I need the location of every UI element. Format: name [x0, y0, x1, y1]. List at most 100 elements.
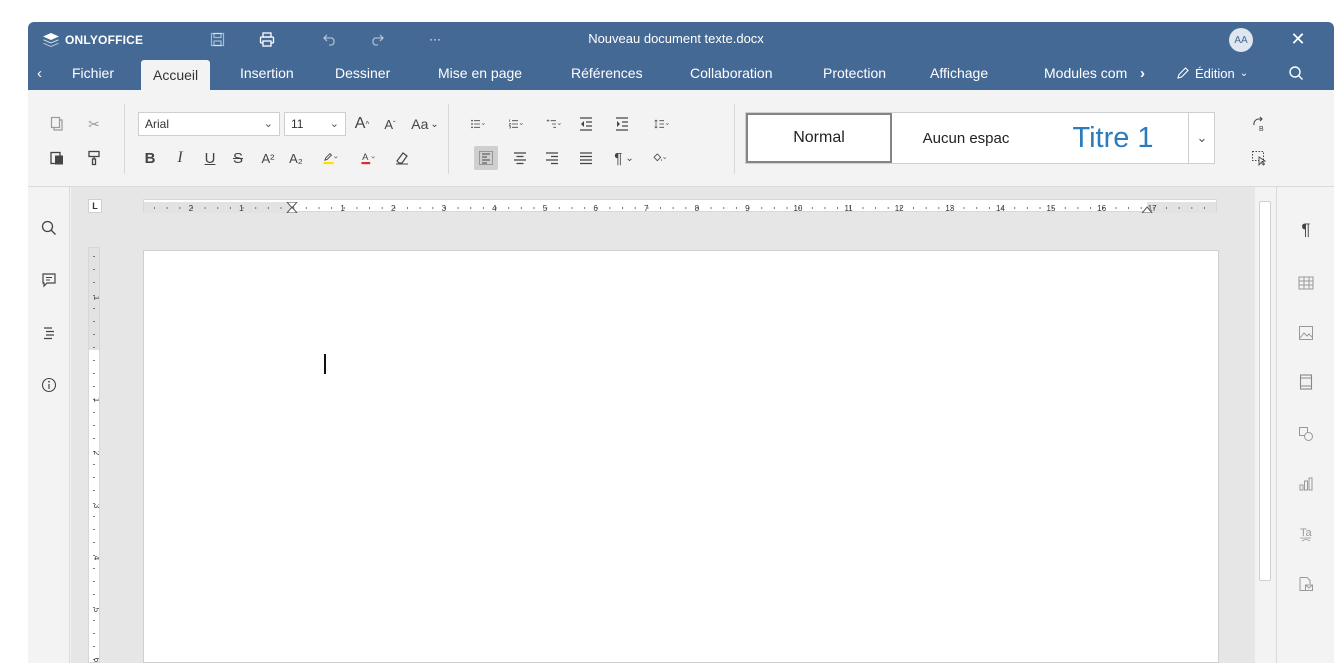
ruler-tick — [609, 207, 611, 209]
tab-protection[interactable]: Protection — [823, 56, 886, 90]
ruler-tick — [93, 256, 95, 257]
style-no-spacing[interactable]: Aucun espac — [892, 113, 1040, 163]
header-footer-icon[interactable] — [1293, 369, 1319, 395]
select-all-icon[interactable] — [1247, 146, 1271, 170]
ruler-tick — [672, 207, 674, 209]
numbering-button[interactable] — [498, 112, 534, 136]
home-toolbar: ✂ Arial ⌄ 11 ⌄ A ^ Aˇ Aa ⌄ B I U S A² A₂ A — [28, 90, 1334, 187]
ruler-number: 2 — [189, 204, 194, 213]
navigation-icon[interactable] — [36, 320, 62, 346]
tabs-scroll-left-icon[interactable]: ‹ — [37, 56, 42, 90]
shape-settings-icon[interactable] — [1293, 421, 1319, 447]
justify-icon[interactable] — [574, 146, 598, 170]
bold-button[interactable]: B — [138, 146, 162, 170]
style-heading-1[interactable]: Titre 1 — [1040, 113, 1186, 163]
paste-icon[interactable] — [45, 146, 69, 170]
toolbar-separator — [448, 104, 449, 174]
align-center-icon[interactable] — [508, 146, 532, 170]
paragraph-settings-icon[interactable]: ¶ — [1293, 217, 1319, 243]
search-icon[interactable] — [36, 215, 62, 241]
line-spacing-icon — [654, 119, 669, 129]
style-no-spacing-label: Aucun espac — [922, 129, 1010, 147]
change-case-button[interactable]: Aa ⌄ — [408, 112, 442, 136]
bullets-button[interactable] — [460, 112, 496, 136]
cut-icon[interactable]: ✂ — [82, 112, 106, 136]
tab-affichage[interactable]: Affichage — [930, 56, 988, 90]
tab-references[interactable]: Références — [571, 56, 643, 90]
italic-button[interactable]: I — [168, 146, 192, 170]
vertical-scrollbar[interactable] — [1255, 187, 1275, 663]
paragraph-shading-button[interactable] — [642, 146, 678, 170]
ruler-tick — [887, 207, 889, 209]
horizontal-ruler[interactable]: 2 1 1 2 3 4 5 6 7 8 9 10 11 12 13 14 15 16 17 — [143, 199, 1217, 214]
ruler-tick — [93, 620, 95, 621]
tab-stop-selector[interactable]: L — [88, 199, 102, 213]
styles-expand-icon[interactable]: ⌄ — [1188, 112, 1215, 164]
comments-icon[interactable] — [36, 267, 62, 293]
document-page[interactable] — [143, 250, 1219, 663]
chevron-down-icon: ⌄ — [329, 118, 339, 130]
line-spacing-button[interactable] — [644, 112, 680, 136]
tab-insertion[interactable]: Insertion — [240, 56, 294, 90]
edit-mode-switch[interactable]: Édition ⌄ — [1176, 56, 1248, 90]
table-settings-icon[interactable] — [1293, 270, 1319, 296]
increase-font-icon[interactable]: A ^ — [350, 112, 374, 136]
copy-icon[interactable] — [45, 112, 69, 136]
paragraph-mark-label: ¶ — [614, 149, 623, 167]
multilevel-list-button[interactable] — [536, 112, 572, 136]
style-normal-label: Normal — [793, 129, 845, 146]
tab-fichier[interactable]: Fichier — [72, 56, 114, 90]
style-normal[interactable]: Normal — [746, 113, 892, 163]
left-panel — [28, 187, 70, 663]
superscript-button[interactable]: A² — [256, 146, 280, 170]
font-color-button[interactable]: A — [350, 146, 386, 170]
underline-button[interactable]: U — [198, 146, 222, 170]
image-settings-icon[interactable] — [1293, 320, 1319, 346]
svg-text:A: A — [362, 152, 369, 163]
format-painter-icon[interactable] — [82, 146, 106, 170]
ruler-tick — [862, 207, 864, 209]
chevron-down-icon: ⌄ — [263, 118, 273, 130]
ruler-tick — [217, 207, 219, 209]
decrease-indent-icon[interactable] — [574, 112, 598, 136]
decrease-font-icon[interactable]: Aˇ — [378, 112, 402, 136]
pencil-icon — [1177, 67, 1189, 79]
tabs-scroll-right-icon[interactable]: › — [1140, 56, 1145, 90]
ruler-tick — [1039, 207, 1041, 209]
ruler-tick — [93, 477, 95, 478]
chart-settings-icon[interactable] — [1293, 471, 1319, 497]
vertical-ruler[interactable]: 1 1 2 3 4 5 6 — [88, 247, 101, 663]
ruler-tick — [735, 207, 737, 209]
ruler-tick — [331, 207, 333, 209]
tab-accueil[interactable]: Accueil — [141, 60, 211, 90]
scrollbar-thumb[interactable] — [1259, 201, 1271, 581]
ruler-tick — [811, 207, 813, 209]
text-art-icon[interactable]: Ta — [1293, 521, 1319, 547]
tab-collaboration[interactable]: Collaboration — [690, 56, 773, 90]
nonprinting-characters-button[interactable]: ¶ ⌄ — [608, 146, 640, 170]
replace-icon[interactable]: B — [1247, 112, 1271, 136]
ruler-tick — [93, 360, 95, 361]
ruler-tick — [381, 207, 383, 209]
ruler-tick — [875, 207, 877, 209]
align-right-icon[interactable] — [540, 146, 564, 170]
clear-format-icon[interactable] — [390, 146, 414, 170]
mail-merge-icon[interactable] — [1293, 571, 1319, 597]
tab-mise-en-page[interactable]: Mise en page — [438, 56, 522, 90]
highlight-color-button[interactable] — [312, 146, 348, 170]
font-name-select[interactable]: Arial ⌄ — [138, 112, 280, 136]
tab-modules[interactable]: Modules com — [1044, 56, 1127, 90]
numbered-list-icon — [508, 119, 523, 129]
about-icon[interactable] — [36, 372, 62, 398]
tab-dessiner[interactable]: Dessiner — [335, 56, 390, 90]
search-icon[interactable] — [1288, 56, 1304, 90]
align-left-button[interactable] — [474, 146, 498, 170]
strikethrough-button[interactable]: S — [226, 146, 250, 170]
ruler-tick — [773, 207, 775, 209]
increase-indent-icon[interactable] — [610, 112, 634, 136]
toolbar-separator — [734, 104, 735, 174]
close-icon[interactable]: ✕ — [1286, 27, 1310, 51]
subscript-button[interactable]: A₂ — [284, 146, 308, 170]
font-size-select[interactable]: 11 ⌄ — [284, 112, 346, 136]
user-avatar[interactable]: AA — [1229, 28, 1253, 52]
